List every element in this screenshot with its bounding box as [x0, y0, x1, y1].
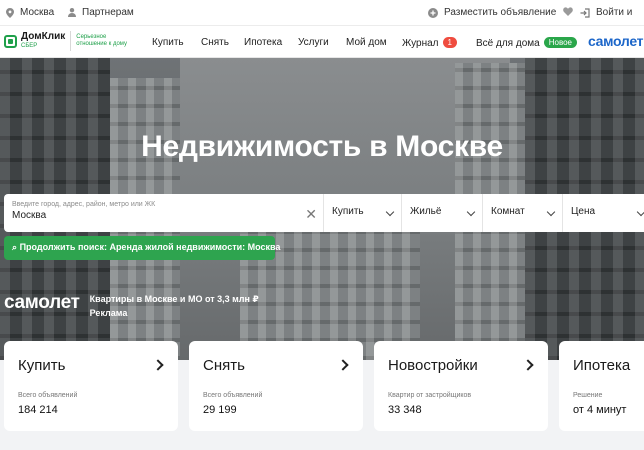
search-icon: ⌕	[12, 242, 18, 252]
nav-rent[interactable]: Снять	[201, 37, 229, 48]
card-rent[interactable]: Снять Всего объявлений 29 199	[189, 341, 363, 431]
city-selector[interactable]: Москва	[6, 7, 54, 18]
nav-all-for-home[interactable]: Всё для дома Новое	[476, 37, 578, 49]
ad-label: Реклама	[89, 308, 128, 318]
search-value: Москва	[12, 210, 47, 221]
price-select[interactable]: Цена	[563, 194, 644, 232]
nav-journal-label: Журнал	[402, 38, 439, 49]
chevron-down-icon	[636, 207, 644, 217]
price-value: Цена	[571, 206, 596, 217]
favorites-link[interactable]	[563, 7, 573, 16]
ad-text: Квартиры в Москве и МО от 3,3 млн ₽	[89, 294, 259, 304]
place-ad-link[interactable]: Разместить объявление	[428, 7, 556, 18]
chevron-down-icon	[466, 207, 476, 217]
nav-all-for-home-label: Всё для дома	[476, 38, 540, 49]
plus-circle-icon	[428, 7, 438, 18]
deal-type-value: Купить	[332, 206, 364, 217]
category-cards: Купить Всего объявлений 184 214 Снять Вс…	[0, 341, 644, 431]
nav-my-home[interactable]: Мой дом	[346, 37, 387, 48]
logo-sub: СБЕР	[21, 43, 38, 49]
page-bottom-area	[0, 431, 644, 450]
user-icon	[68, 8, 76, 17]
card-title: Купить	[18, 357, 66, 374]
continue-search-label: Продолжить поиск: Аренда жилой недвижимо…	[19, 242, 281, 252]
chevron-down-icon	[546, 207, 556, 217]
logo-name: ДомКлик	[21, 31, 66, 42]
hero-title: Недвижимость в Москве	[141, 130, 503, 163]
location-search-input[interactable]: Введите город, адрес, район, метро или Ж…	[4, 194, 324, 232]
login-icon	[580, 7, 590, 18]
partners-label: Партнерам	[82, 7, 134, 18]
card-mortgage[interactable]: Ипотека Решение от 4 минут	[559, 341, 644, 431]
card-title: Ипотека	[573, 357, 631, 374]
journal-badge: 1	[442, 37, 457, 48]
nav-journal[interactable]: Журнал 1	[402, 37, 457, 49]
card-subtitle: Решение	[573, 392, 603, 399]
heart-icon	[563, 7, 573, 16]
domclick-logo[interactable]: ДомКлик СБЕР Серьезное отношение к дому	[4, 31, 131, 51]
card-buy[interactable]: Купить Всего объявлений 184 214	[4, 341, 178, 431]
card-value: 184 214	[18, 404, 58, 416]
city-label: Москва	[20, 7, 55, 18]
nav-services[interactable]: Услуги	[298, 37, 329, 48]
login-label: Войти и	[596, 7, 633, 18]
chevron-down-icon	[385, 207, 395, 217]
nav-buy[interactable]: Купить	[152, 37, 184, 48]
login-link[interactable]: Войти и	[580, 7, 632, 18]
card-value: от 4 минут	[573, 404, 627, 416]
rooms-value: Комнат	[491, 206, 525, 217]
clear-icon[interactable]: ✕	[305, 206, 317, 223]
main-nav: ДомКлик СБЕР Серьезное отношение к дому …	[0, 26, 644, 58]
hero-banner: Недвижимость в Москве Введите город, адр…	[0, 58, 644, 360]
card-title: Снять	[203, 357, 245, 374]
card-value: 33 348	[388, 404, 422, 416]
deal-type-select[interactable]: Купить	[324, 194, 402, 232]
new-badge: Новое	[543, 37, 578, 48]
place-ad-label: Разместить объявление	[444, 7, 557, 18]
logo-slogan: Серьезное отношение к дому	[76, 34, 127, 47]
location-pin-icon	[6, 7, 14, 18]
continue-search-button[interactable]: ⌕ Продолжить поиск: Аренда жилой недвижи…	[4, 236, 280, 260]
card-value: 29 199	[203, 404, 237, 416]
card-subtitle: Всего объявлений	[203, 392, 263, 399]
rooms-select[interactable]: Комнат	[483, 194, 563, 232]
search-placeholder: Введите город, адрес, район, метро или Ж…	[12, 201, 156, 208]
top-utility-bar: Москва Партнерам Разместить объявление В…	[0, 0, 644, 26]
search-bar: Введите город, адрес, район, метро или Ж…	[4, 194, 644, 232]
samolet-ad-logo: самолет	[4, 292, 80, 313]
card-new-buildings[interactable]: Новостройки Квартир от застройщиков 33 3…	[374, 341, 548, 431]
samolet-partner-logo[interactable]: самолет	[588, 33, 643, 49]
card-subtitle: Квартир от застройщиков	[388, 392, 472, 399]
logo-divider	[70, 31, 72, 51]
samolet-ad-banner[interactable]: самолет Квартиры в Москве и МО от 3,3 мл…	[4, 292, 259, 320]
card-subtitle: Всего объявлений	[18, 392, 78, 399]
card-title: Новостройки	[388, 357, 478, 374]
property-type-value: Жильё	[410, 206, 442, 217]
partners-link[interactable]: Партнерам	[68, 7, 134, 18]
nav-mortgage[interactable]: Ипотека	[244, 37, 282, 48]
house-logo-icon	[4, 34, 17, 48]
property-type-select[interactable]: Жильё	[402, 194, 483, 232]
